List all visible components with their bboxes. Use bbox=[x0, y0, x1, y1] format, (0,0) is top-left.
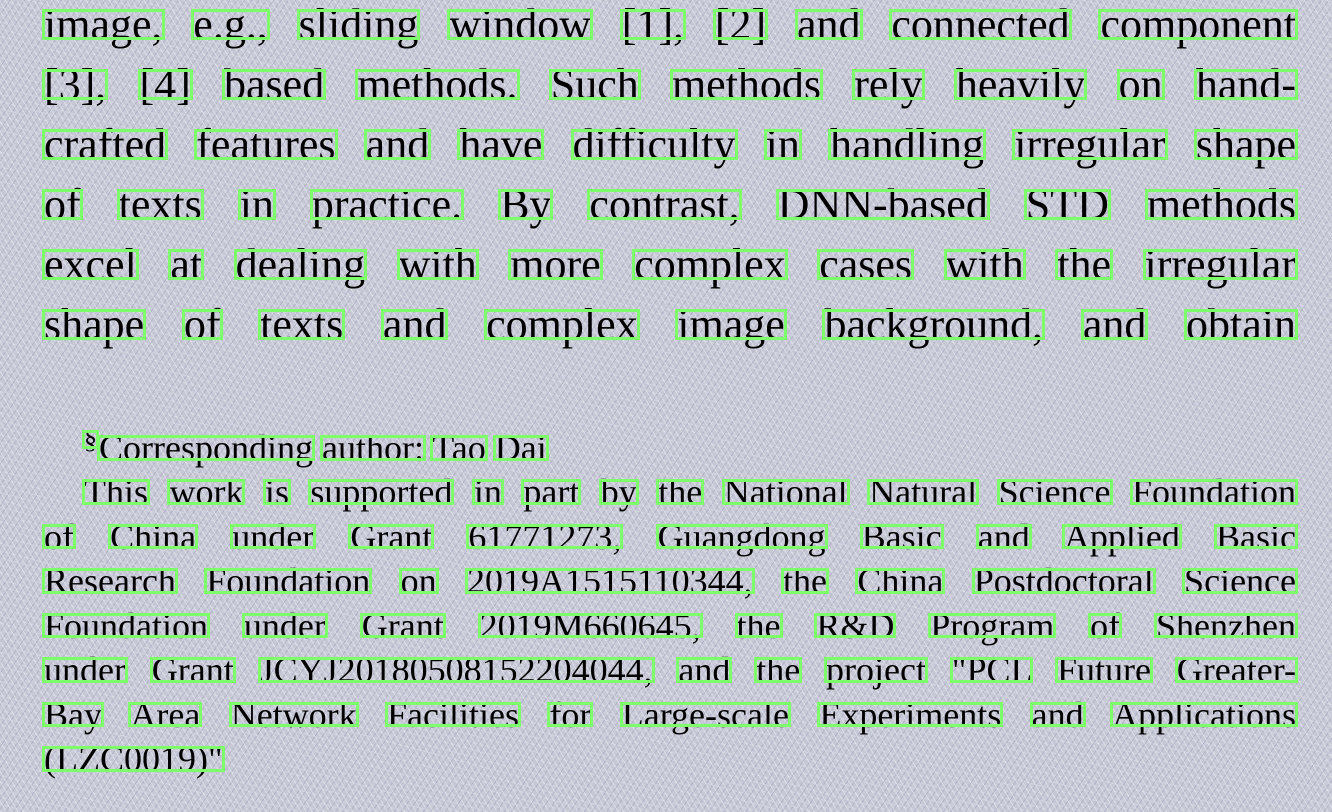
body-paragraph: image, e.g., sliding window [1], [2] and… bbox=[44, 0, 1296, 355]
funding-line: (LZC0019)" bbox=[44, 739, 223, 779]
body-line: excel at dealing with more complex cases… bbox=[44, 240, 1296, 289]
funding-line: of China under Grant 61771273, Guangdong… bbox=[44, 516, 1296, 557]
body-line: [3], [4] based methods. Such methods rel… bbox=[44, 60, 1296, 109]
author-footnote: §Corresponding author: Tao Dai bbox=[84, 418, 1296, 468]
body-line: of texts in practice. By contrast, DNN-b… bbox=[44, 180, 1296, 229]
funding-line: under Grant JCYJ20180508152204044, and t… bbox=[44, 650, 1296, 690]
corresponding-author: Corresponding author: Tao Dai bbox=[99, 428, 547, 468]
funding-line: Research Foundation on 2019A1515110344, … bbox=[44, 561, 1296, 601]
author-footnote-line: §Corresponding author: Tao Dai bbox=[84, 418, 1296, 468]
body-line: shape of texts and complex image backgro… bbox=[44, 300, 1296, 349]
document-page: image, e.g., sliding window [1], [2] and… bbox=[44, 0, 1296, 812]
funding-line: Bay Area Network Facilities for Large-sc… bbox=[44, 694, 1296, 735]
footnote-mark: § bbox=[84, 425, 97, 454]
funding-footnote: This work is supported in part by the Na… bbox=[44, 470, 1296, 782]
body-line: crafted features and have difficulty in … bbox=[44, 120, 1296, 169]
funding-line: Foundation under Grant 2019M660645, the … bbox=[44, 605, 1296, 646]
funding-line: This work is supported in part by the Na… bbox=[84, 472, 1296, 512]
body-line: image, e.g., sliding window [1], [2] and… bbox=[44, 0, 1296, 49]
